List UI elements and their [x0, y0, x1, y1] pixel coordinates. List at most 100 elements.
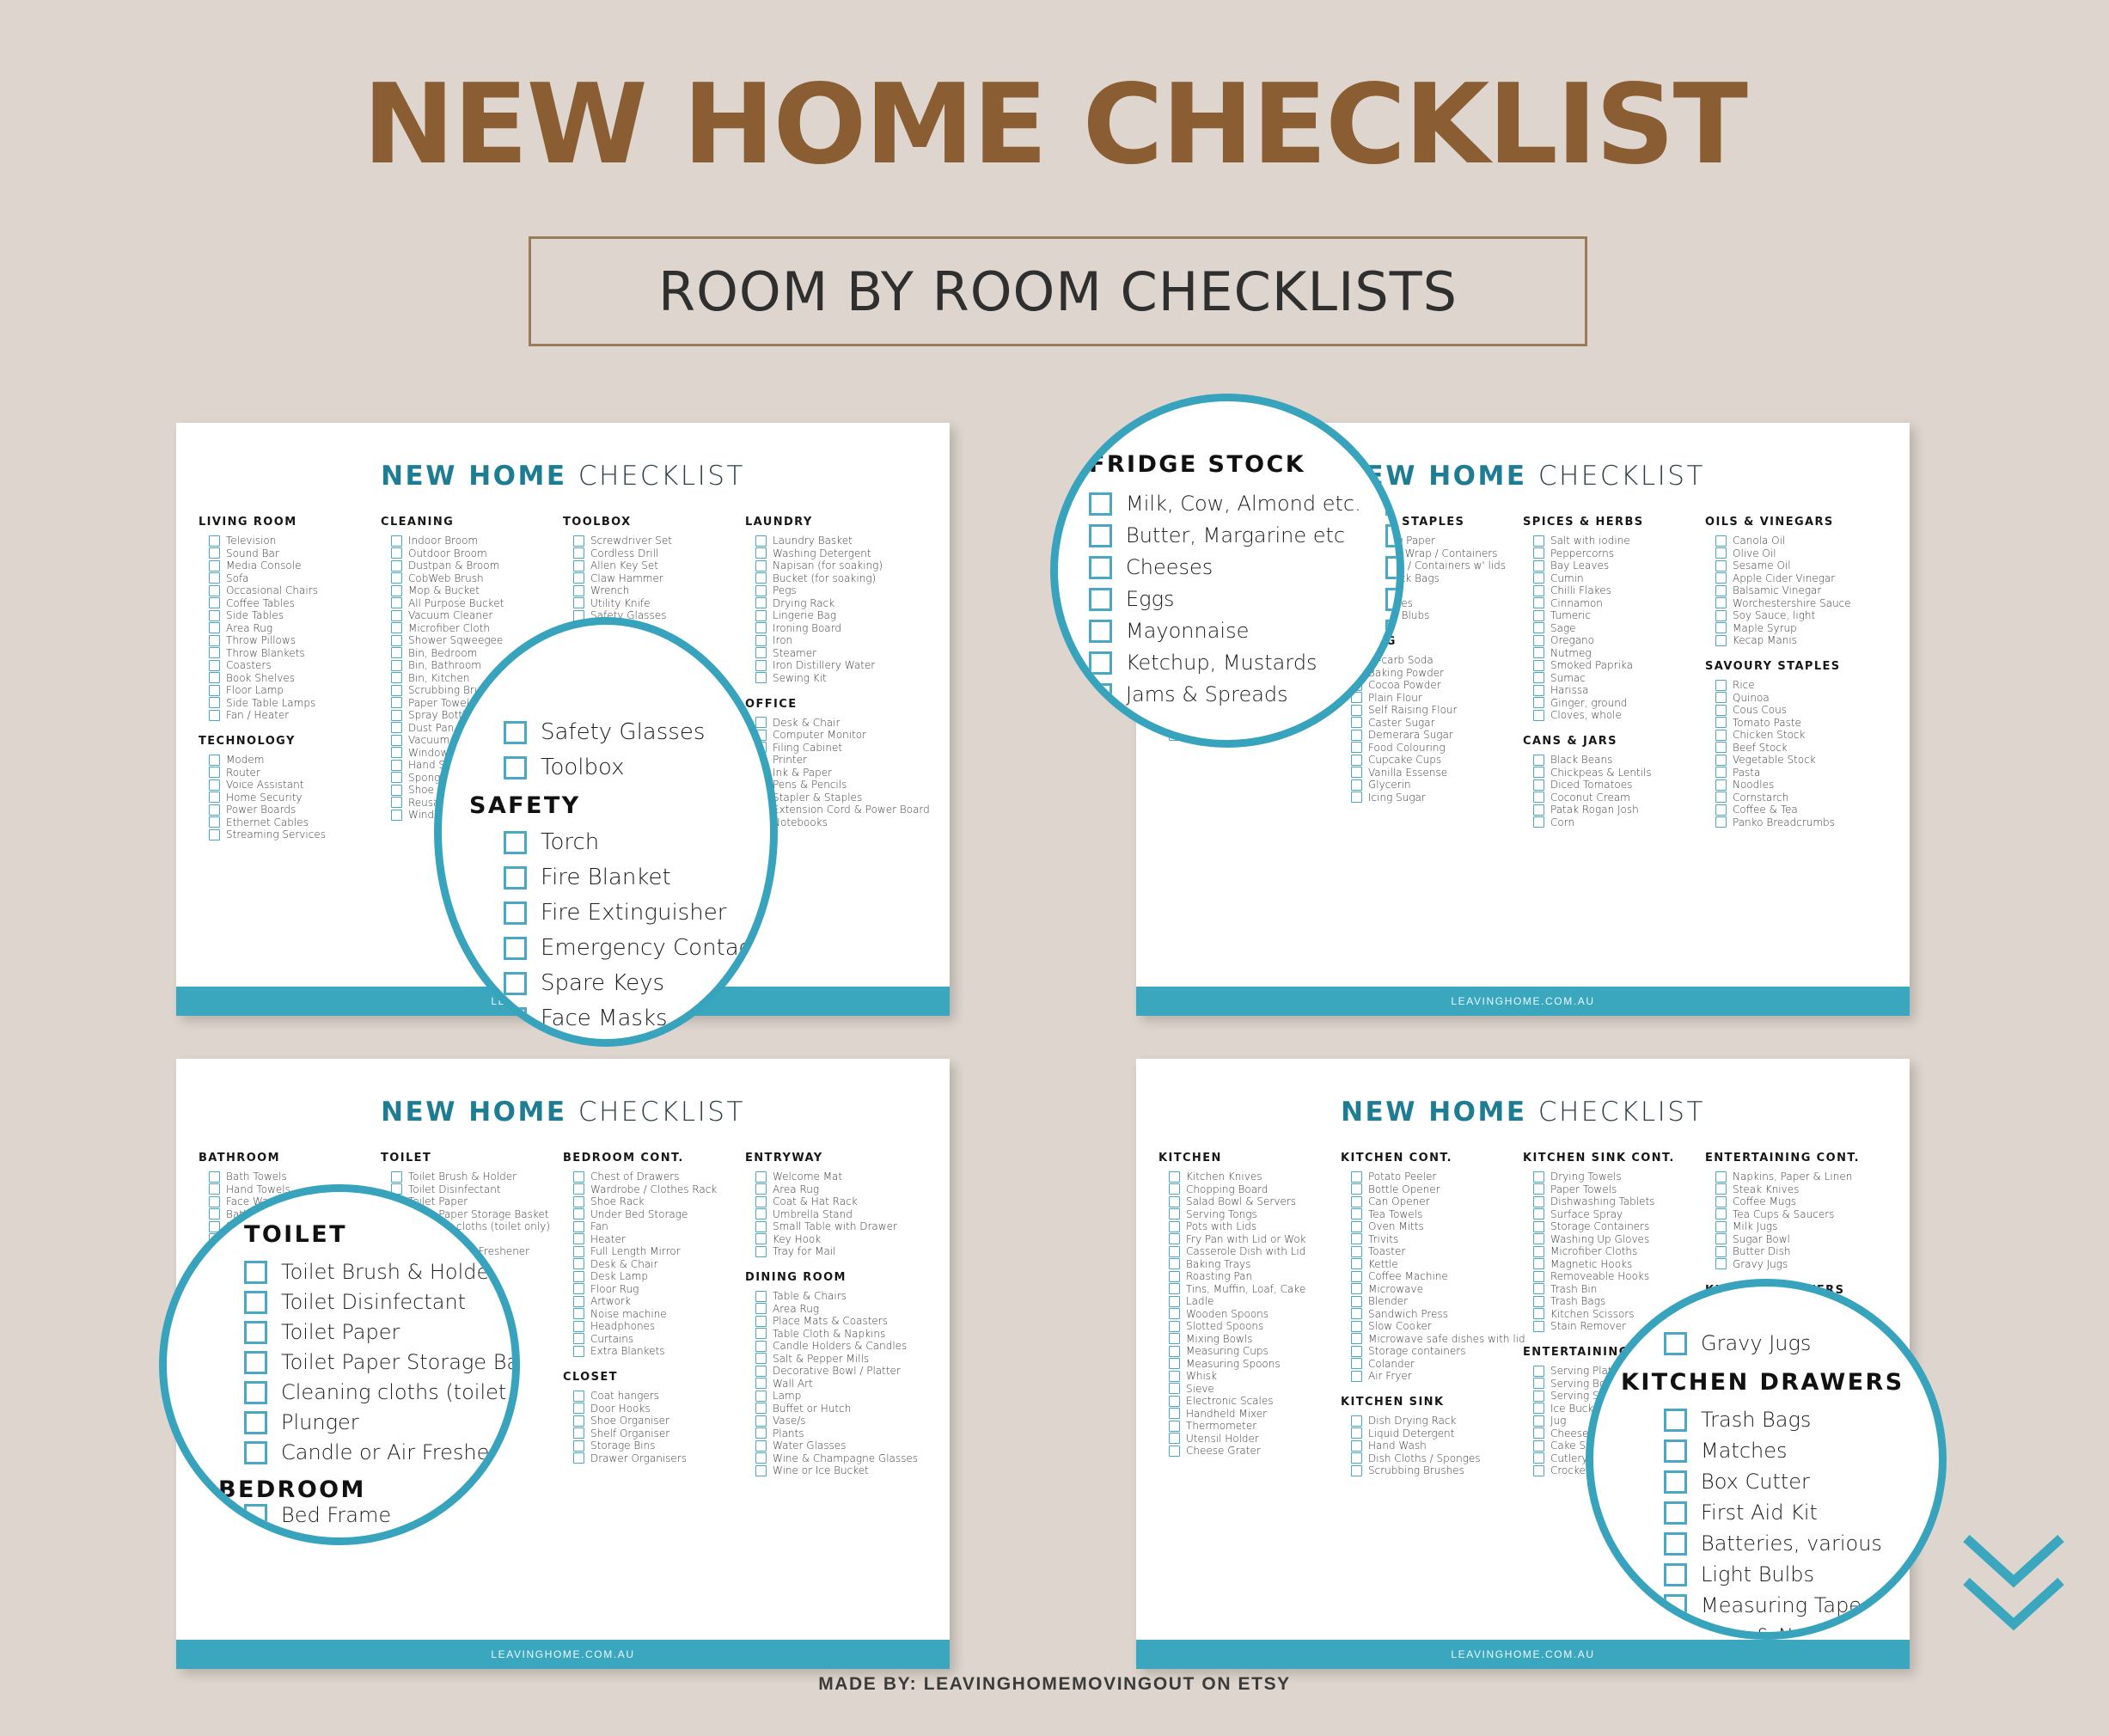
- checkbox[interactable]: [1664, 1531, 1687, 1556]
- checkbox[interactable]: [209, 816, 220, 828]
- checkbox[interactable]: [1533, 622, 1544, 633]
- checklist-item[interactable]: Home Security: [199, 792, 374, 804]
- checkbox[interactable]: [209, 828, 220, 840]
- checklist-item[interactable]: Coffee Tables: [199, 597, 374, 609]
- checkbox[interactable]: [573, 1171, 584, 1183]
- checkbox[interactable]: [1533, 1427, 1544, 1439]
- checkbox[interactable]: [1351, 1270, 1362, 1282]
- checkbox[interactable]: [1351, 1452, 1362, 1464]
- checkbox[interactable]: [1533, 1308, 1544, 1319]
- checkbox[interactable]: [504, 936, 527, 960]
- checklist-item[interactable]: Allen Key Set: [563, 559, 738, 572]
- checklist-item[interactable]: Cumin: [1523, 572, 1698, 584]
- checkbox[interactable]: [1664, 1501, 1687, 1525]
- checklist-item[interactable]: Cous Cous: [1705, 704, 1880, 716]
- checkbox[interactable]: [1533, 1195, 1544, 1207]
- checkbox[interactable]: [1169, 1395, 1180, 1407]
- checklist-item[interactable]: Claw Hammer: [563, 572, 738, 584]
- checklist-item[interactable]: Balsamic Vinegar: [1705, 584, 1880, 596]
- checkbox[interactable]: [755, 572, 767, 584]
- checklist-item[interactable]: Lingerie Bag: [745, 609, 920, 621]
- checklist-item[interactable]: Desk Lamp: [563, 1270, 738, 1282]
- checkbox[interactable]: [1089, 587, 1112, 611]
- checklist-item[interactable]: All Purpose Bucket: [381, 597, 556, 609]
- checklist-item[interactable]: Butter Dish: [1705, 1245, 1880, 1257]
- checklist-item[interactable]: Black Beans: [1523, 754, 1698, 766]
- checkbox[interactable]: [755, 1378, 767, 1389]
- checkbox[interactable]: [1533, 1245, 1544, 1257]
- checkbox[interactable]: [1533, 659, 1544, 671]
- checklist-item[interactable]: Cloves, whole: [1523, 709, 1698, 721]
- checklist-item[interactable]: Wardrobe / Clothes Rack: [563, 1183, 738, 1195]
- checklist-item[interactable]: Book Shelves: [199, 672, 374, 684]
- checkbox[interactable]: [1715, 584, 1727, 596]
- checklist-item[interactable]: Plants: [745, 1427, 920, 1440]
- checklist-item[interactable]: Panko Breadcrumbs: [1705, 816, 1880, 828]
- checkbox[interactable]: [1351, 1464, 1362, 1476]
- checklist-item[interactable]: Utility Knife: [563, 597, 738, 609]
- checkbox[interactable]: [573, 1440, 584, 1452]
- checkbox[interactable]: [209, 709, 220, 721]
- checkbox[interactable]: [504, 720, 527, 744]
- checklist-item[interactable]: Salt & Pepper Mills: [745, 1353, 920, 1365]
- checkbox[interactable]: [755, 1183, 767, 1195]
- checklist-item[interactable]: Colander: [1341, 1358, 1516, 1370]
- checkbox[interactable]: [1351, 1183, 1362, 1195]
- checkbox[interactable]: [1533, 1270, 1544, 1282]
- checkbox[interactable]: [1169, 1358, 1180, 1369]
- checklist-item[interactable]: Chest of Drawers: [563, 1171, 738, 1183]
- checkbox[interactable]: [1533, 647, 1544, 658]
- checkbox[interactable]: [504, 971, 527, 995]
- checklist-item[interactable]: Storage Containers: [1523, 1220, 1698, 1232]
- checkbox[interactable]: [755, 1303, 767, 1314]
- checkbox[interactable]: [1715, 729, 1727, 741]
- checkbox[interactable]: [209, 767, 220, 778]
- checkbox[interactable]: [755, 1195, 767, 1207]
- magnified-checklist-item[interactable]: Hand Sanitizer: [504, 1041, 770, 1047]
- checklist-item[interactable]: Tray for Mail: [745, 1245, 920, 1257]
- checkbox[interactable]: [1351, 1283, 1362, 1294]
- checklist-item[interactable]: Under Bed Storage: [563, 1208, 738, 1220]
- checklist-item[interactable]: Desk & Chair: [563, 1258, 738, 1270]
- magnified-checklist-item[interactable]: Toilet Brush & Holder: [244, 1260, 512, 1284]
- checklist-item[interactable]: Television: [199, 535, 374, 547]
- checkbox[interactable]: [755, 1415, 767, 1427]
- checkbox[interactable]: [1533, 572, 1544, 584]
- magnified-checklist-item[interactable]: Eggs: [1089, 587, 1361, 611]
- magnified-checklist-item[interactable]: Toilet Paper Storage Basket: [244, 1350, 512, 1374]
- checkbox[interactable]: [1715, 754, 1727, 766]
- checklist-item[interactable]: Kecap Manis: [1705, 634, 1880, 646]
- checkbox[interactable]: [1169, 1270, 1180, 1282]
- checkbox[interactable]: [1664, 1562, 1687, 1586]
- checkbox[interactable]: [1169, 1370, 1180, 1382]
- checkbox[interactable]: [1715, 609, 1727, 621]
- magnified-checklist-item[interactable]: Tin Foil: [1385, 555, 1397, 579]
- checkbox[interactable]: [1169, 1383, 1180, 1394]
- magnified-checklist-item[interactable]: Cleaning cloths (toilet only): [244, 1380, 512, 1404]
- checkbox[interactable]: [573, 559, 584, 572]
- checklist-item[interactable]: Liquid Detergent: [1341, 1427, 1516, 1440]
- checkbox[interactable]: [1351, 1258, 1362, 1269]
- checkbox[interactable]: [391, 709, 402, 721]
- checklist-item[interactable]: Olive Oil: [1705, 547, 1880, 559]
- checklist-item[interactable]: Serving Tongs: [1158, 1208, 1334, 1220]
- checkbox[interactable]: [1533, 1365, 1544, 1377]
- magnified-checklist-item[interactable]: Jams & Spreads: [1089, 682, 1361, 706]
- checklist-item[interactable]: Fry Pan with Lid or Wok: [1158, 1233, 1334, 1245]
- checkbox[interactable]: [1169, 1245, 1180, 1257]
- checkbox[interactable]: [1715, 767, 1727, 778]
- checklist-item[interactable]: Microwave: [1341, 1283, 1516, 1295]
- checklist-item[interactable]: Napisan (for soaking): [745, 559, 920, 572]
- checkbox[interactable]: [209, 1171, 220, 1183]
- checkbox[interactable]: [209, 684, 220, 696]
- checkbox[interactable]: [573, 1270, 584, 1282]
- checkbox[interactable]: [1715, 1208, 1727, 1219]
- checkbox[interactable]: [755, 584, 767, 596]
- checkbox[interactable]: [573, 1245, 584, 1257]
- checkbox[interactable]: [1169, 1258, 1180, 1269]
- checklist-item[interactable]: Drying Towels: [1523, 1171, 1698, 1183]
- checklist-item[interactable]: Water Glasses: [745, 1440, 920, 1452]
- checklist-item[interactable]: Oven Mitts: [1341, 1220, 1516, 1232]
- checklist-item[interactable]: Pasta: [1705, 767, 1880, 779]
- checkbox[interactable]: [504, 865, 527, 889]
